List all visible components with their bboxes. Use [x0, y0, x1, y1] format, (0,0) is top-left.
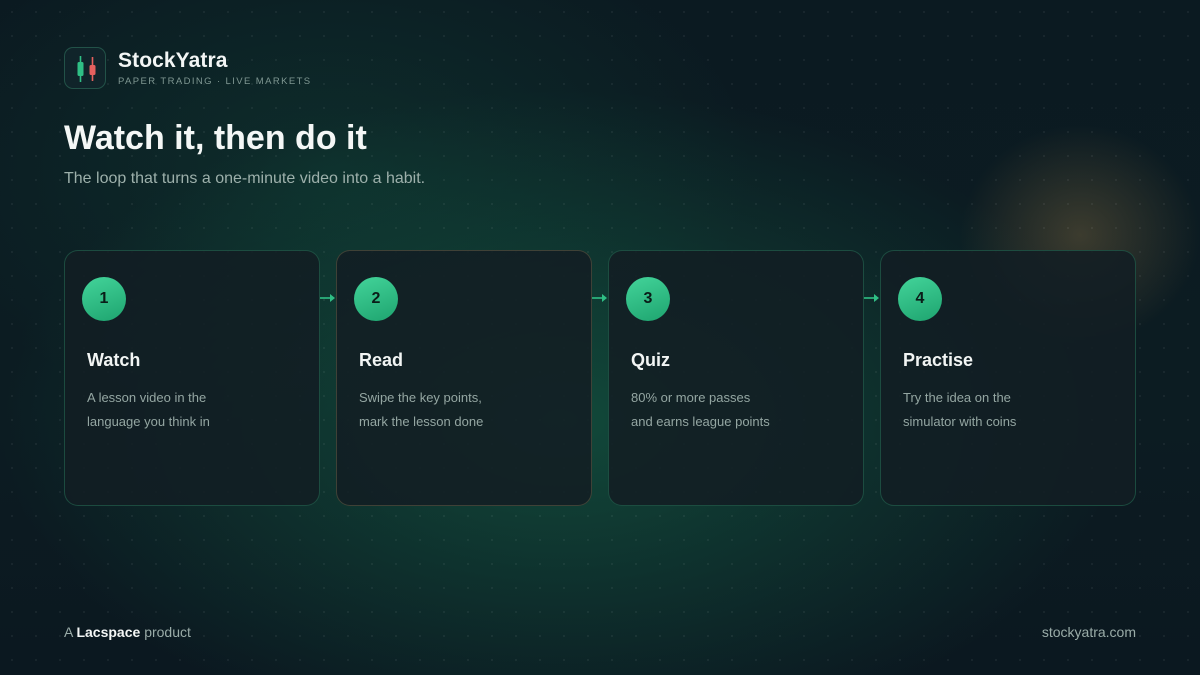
step-card-read: 2 Read Swipe the key points, mark the le… [336, 250, 592, 506]
footer-url: stockyatra.com [1041, 624, 1136, 640]
footer-credit: A Lacspace product [64, 624, 191, 640]
arrow-right-icon [864, 294, 879, 302]
step-number: 1 [82, 277, 126, 321]
step-description: A lesson video in the language you think… [87, 386, 307, 434]
company-name: Lacspace [76, 624, 141, 640]
step-description-line: Swipe the key points, [359, 390, 482, 405]
candlestick-icon [64, 47, 106, 89]
step-title: Quiz [631, 350, 670, 370]
step-description-line: and earns league points [631, 414, 770, 429]
arrow-right-icon [320, 294, 335, 302]
step-number: 4 [898, 277, 942, 321]
footer-prefix: A [64, 624, 73, 640]
step-description-line: Try the idea on the [903, 390, 1011, 405]
step-description-line: mark the lesson done [359, 414, 484, 429]
footer-suffix: product [144, 624, 191, 640]
page-subtitle: The loop that turns a one-minute video i… [64, 170, 426, 187]
step-number: 3 [626, 277, 670, 321]
step-card-quiz: 3 Quiz 80% or more passes and earns leag… [608, 250, 864, 506]
step-description-line: A lesson video in the [87, 390, 207, 405]
step-description: Swipe the key points, mark the lesson do… [359, 386, 579, 434]
step-description-line: 80% or more passes [631, 390, 751, 405]
brand-header: StockYatra PAPER TRADING · LIVE MARKETS [64, 47, 312, 89]
step-title: Practise [903, 350, 974, 370]
step-title: Watch [87, 350, 141, 370]
arrow-right-icon [592, 294, 607, 302]
brand-tagline: PAPER TRADING · LIVE MARKETS [118, 76, 312, 87]
step-description-line: language you think in [87, 414, 210, 429]
brand-name: StockYatra [118, 49, 228, 72]
step-description-line: simulator with coins [903, 414, 1017, 429]
step-card-practise: 4 Practise Try the idea on the simulator… [880, 250, 1136, 506]
step-description: 80% or more passes and earns league poin… [631, 386, 851, 434]
page-title: Watch it, then do it [64, 119, 367, 157]
step-title: Read [359, 350, 404, 370]
step-description: Try the idea on the simulator with coins [903, 386, 1123, 434]
step-card-watch: 1 Watch A lesson video in the language y… [64, 250, 320, 506]
step-number: 2 [354, 277, 398, 321]
